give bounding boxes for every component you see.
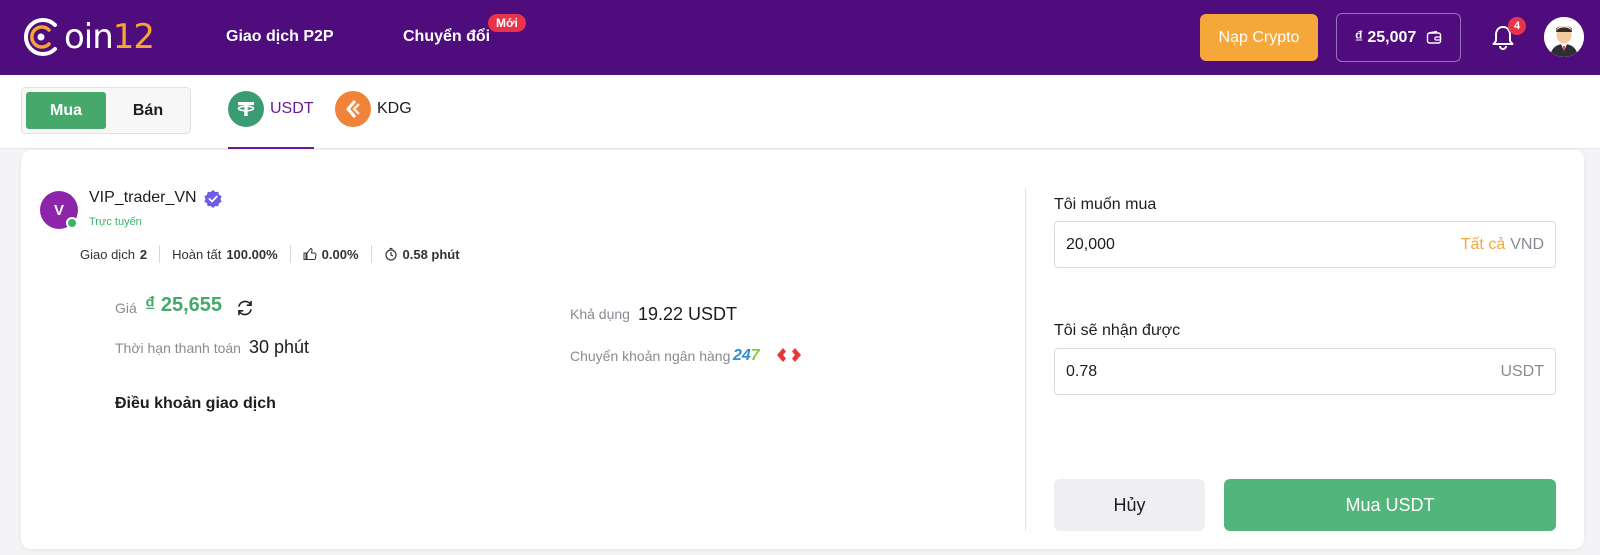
thumbs-up-icon	[303, 247, 317, 260]
notification-count-badge: 4	[1508, 17, 1526, 35]
logo-text: oin12	[64, 17, 155, 57]
buy-sell-toggle: Mua Bán	[21, 87, 191, 134]
trade-terms-heading: Điều khoản giao dịch	[115, 395, 276, 412]
kdg-icon	[335, 91, 371, 127]
stat-rating-value: 0.00%	[321, 246, 359, 262]
all-amount-link[interactable]: Tất cả	[1461, 236, 1505, 254]
napas-247-logo: 247	[733, 347, 760, 364]
tether-icon	[228, 91, 264, 127]
sell-tab[interactable]: Bán	[110, 92, 186, 129]
stat-trades-value: 2	[139, 246, 148, 262]
refresh-icon[interactable]	[235, 298, 255, 318]
stat-time-value: 0.58 phút	[402, 246, 460, 262]
stat-trades: Giao dịch 2	[80, 245, 159, 263]
new-badge: Mới	[488, 14, 526, 32]
buy-amount-field: Tất cả VND	[1054, 221, 1556, 268]
verified-badge-icon	[204, 190, 222, 208]
stat-rating: 0.00%	[289, 245, 371, 263]
sub-header: Mua Bán USDT KDG	[0, 75, 1600, 149]
stat-completion-value: 100.00%	[226, 246, 278, 262]
coin-tab-usdt[interactable]: USDT	[228, 91, 314, 149]
wallet-balance-button[interactable]: ₫ 25,007	[1336, 13, 1461, 62]
cancel-button[interactable]: Hủy	[1054, 479, 1205, 531]
payment-method-label: Chuyển khoản ngân hàng	[570, 348, 731, 364]
buy-tab[interactable]: Mua	[26, 92, 106, 129]
nav-convert[interactable]: Chuyển đổi	[403, 28, 490, 46]
payment-deadline-label: Thời hạn thanh toán	[115, 340, 241, 356]
card-divider	[1025, 188, 1026, 531]
nav-p2p-trade[interactable]: Giao dịch P2P	[226, 28, 334, 46]
price-value: ₫ 25,655	[145, 294, 222, 316]
user-avatar-icon	[1544, 17, 1584, 57]
available-value: 19.22 USDT	[638, 304, 738, 324]
buy-amount-label: Tôi muốn mua	[1054, 196, 1157, 213]
trader-stats: Giao dịch 2 Hoàn tất 100.00% 0.00% 0.58 …	[80, 244, 472, 264]
receive-amount-unit: USDT	[1500, 362, 1544, 380]
stat-completion-label: Hoàn tất	[172, 246, 222, 262]
buy-usdt-button[interactable]: Mua USDT	[1224, 479, 1556, 531]
bank-logo-icon	[777, 348, 801, 362]
stat-completion: Hoàn tất 100.00%	[159, 245, 289, 263]
coin12-logo[interactable]: oin12	[20, 14, 155, 60]
wallet-icon	[1427, 30, 1442, 44]
wallet-balance-value: ₫ 25,007	[1354, 28, 1417, 46]
receive-amount-field: USDT	[1054, 348, 1556, 395]
deposit-crypto-button[interactable]: Nạp Crypto	[1200, 14, 1318, 61]
trader-name[interactable]: VIP_trader_VN	[89, 189, 197, 207]
buy-amount-unit: VND	[1510, 235, 1544, 253]
price-label: Giá	[115, 300, 137, 316]
receive-amount-input[interactable]	[1066, 362, 1501, 381]
payment-deadline-value: 30 phút	[249, 337, 310, 357]
online-status-dot	[66, 217, 78, 229]
online-status-text: Trực tuyến	[89, 216, 142, 228]
stat-time: 0.58 phút	[370, 245, 472, 263]
coin-tab-kdg-label: KDG	[377, 100, 412, 117]
receive-amount-label: Tôi sẽ nhận được	[1054, 322, 1181, 339]
coin-tab-kdg[interactable]: KDG	[335, 91, 412, 149]
stat-trades-label: Giao dịch	[80, 246, 135, 262]
available-label: Khả dụng	[570, 306, 630, 322]
logo-mark-icon	[23, 18, 57, 56]
timer-icon	[384, 247, 397, 261]
top-navbar: oin12 Giao dịch P2P Chuyển đổi Mới Nạp C…	[0, 0, 1600, 75]
coin-tab-usdt-label: USDT	[270, 100, 314, 117]
user-avatar[interactable]	[1544, 17, 1584, 57]
buy-amount-input[interactable]	[1066, 235, 1461, 254]
